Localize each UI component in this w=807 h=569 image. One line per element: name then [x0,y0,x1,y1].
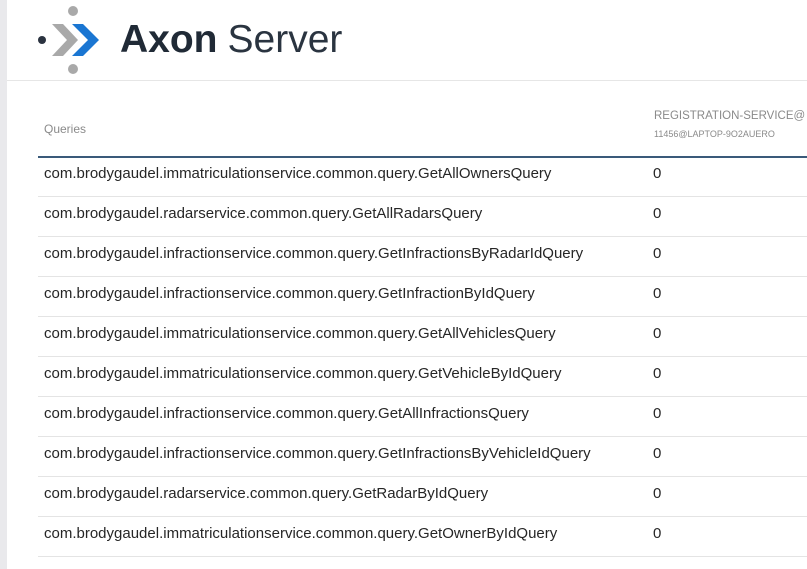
query-count-cell: 0 [653,325,662,342]
service-column-header[interactable]: REGISTRATION-SERVICE@ [654,110,805,122]
table-row: com.brodygaudel.immatriculationservice.c… [38,357,807,397]
table-row: com.brodygaudel.infractionservice.common… [38,397,807,437]
query-name-cell: com.brodygaudel.immatriculationservice.c… [44,525,558,542]
query-count-cell: 0 [653,405,662,422]
axon-logo-icon[interactable] [37,5,109,75]
table-row: com.brodygaudel.infractionservice.common… [38,437,807,477]
queries-table-header: Queries REGISTRATION-SERVICE@ 11456@LAPT… [38,98,807,158]
table-row: com.brodygaudel.radarservice.common.quer… [38,477,807,517]
service-column-subheader: 11456@LAPTOP-9O2AUERO [654,129,775,139]
query-count-cell: 0 [653,165,662,182]
query-name-cell: com.brodygaudel.infractionservice.common… [44,285,535,302]
table-row: com.brodygaudel.immatriculationservice.c… [38,317,807,357]
query-count-cell: 0 [653,365,662,382]
table-row: com.brodygaudel.infractionservice.common… [38,237,807,277]
query-name-cell: com.brodygaudel.infractionservice.common… [44,445,591,462]
brand-title: Axon Server [120,14,342,66]
query-name-cell: com.brodygaudel.immatriculationservice.c… [44,365,562,382]
query-count-cell: 0 [653,205,662,222]
query-name-cell: com.brodygaudel.radarservice.common.quer… [44,485,489,502]
query-name-cell: com.brodygaudel.immatriculationservice.c… [44,165,552,182]
query-count-cell: 0 [653,525,662,542]
app-header: Axon Server [7,0,807,81]
query-count-cell: 0 [653,285,662,302]
table-row: com.brodygaudel.infractionservice.common… [38,277,807,317]
brand-name-light: Server [227,18,343,61]
query-count-cell: 0 [653,245,662,262]
brand-name-bold: Axon [120,18,218,61]
query-count-cell: 0 [653,485,662,502]
table-row: com.brodygaudel.immatriculationservice.c… [38,517,807,557]
query-name-cell: com.brodygaudel.radarservice.common.quer… [44,205,483,222]
query-count-cell: 0 [653,445,662,462]
query-name-cell: com.brodygaudel.infractionservice.common… [44,245,584,262]
table-row: com.brodygaudel.radarservice.common.quer… [38,197,807,237]
queries-column-header[interactable]: Queries [44,122,86,136]
queries-table-body: com.brodygaudel.immatriculationservice.c… [38,157,807,557]
left-rail [0,0,7,569]
query-name-cell: com.brodygaudel.immatriculationservice.c… [44,325,556,342]
table-row: com.brodygaudel.immatriculationservice.c… [38,157,807,197]
query-name-cell: com.brodygaudel.infractionservice.common… [44,405,529,422]
